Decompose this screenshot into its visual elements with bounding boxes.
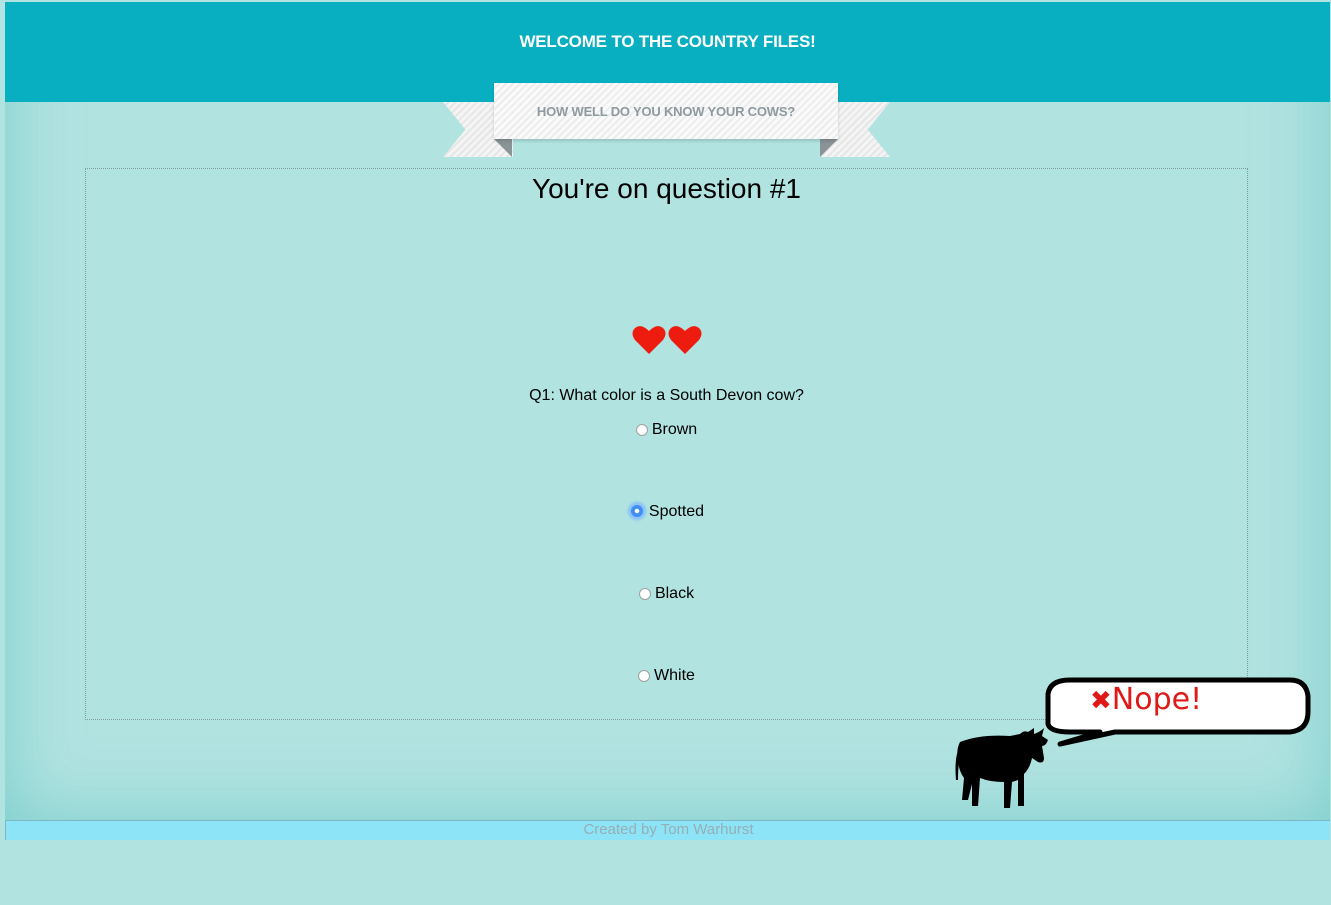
option-label: White bbox=[654, 667, 695, 684]
radio-button[interactable] bbox=[635, 424, 648, 436]
option-label: Spotted bbox=[648, 503, 705, 520]
footer-credit: Created by Tom Warhurst bbox=[583, 821, 754, 838]
feedback-text: Nope! bbox=[1111, 682, 1203, 717]
subtitle-ribbon: HOW WELL DO YOU KNOW YOUR COWS? bbox=[494, 83, 838, 139]
radio-button[interactable] bbox=[638, 588, 651, 600]
question-text: Q1: What color is a South Devon cow? bbox=[529, 387, 804, 404]
option-label: Brown bbox=[651, 421, 698, 438]
option-brown[interactable]: Brown bbox=[86, 421, 1247, 443]
option-black[interactable]: Black bbox=[86, 585, 1247, 607]
page: WELCOME TO THE COUNTRY FILES! HOW WELL D… bbox=[0, 0, 1331, 905]
heart-icon bbox=[668, 326, 701, 354]
quiz-container: You're on question #1 Q1: What color is … bbox=[85, 168, 1248, 720]
radio-button[interactable] bbox=[638, 670, 651, 682]
heart-icon bbox=[632, 326, 665, 354]
option-label: Black bbox=[654, 585, 695, 602]
radio-button[interactable] bbox=[628, 503, 645, 519]
subtitle-text: HOW WELL DO YOU KNOW YOUR COWS? bbox=[536, 104, 796, 119]
feedback-message: ✖Nope! bbox=[1090, 682, 1202, 717]
cow-silhouette-icon bbox=[955, 728, 1048, 808]
option-spotted[interactable]: Spotted bbox=[86, 503, 1247, 525]
footer-bar: Created by Tom Warhurst bbox=[5, 820, 1330, 840]
page-title: WELCOME TO THE COUNTRY FILES! bbox=[519, 32, 816, 51]
question-counter: You're on question #1 bbox=[532, 173, 801, 204]
lives-indicator bbox=[86, 324, 1247, 358]
cross-icon: ✖ bbox=[1090, 686, 1112, 716]
